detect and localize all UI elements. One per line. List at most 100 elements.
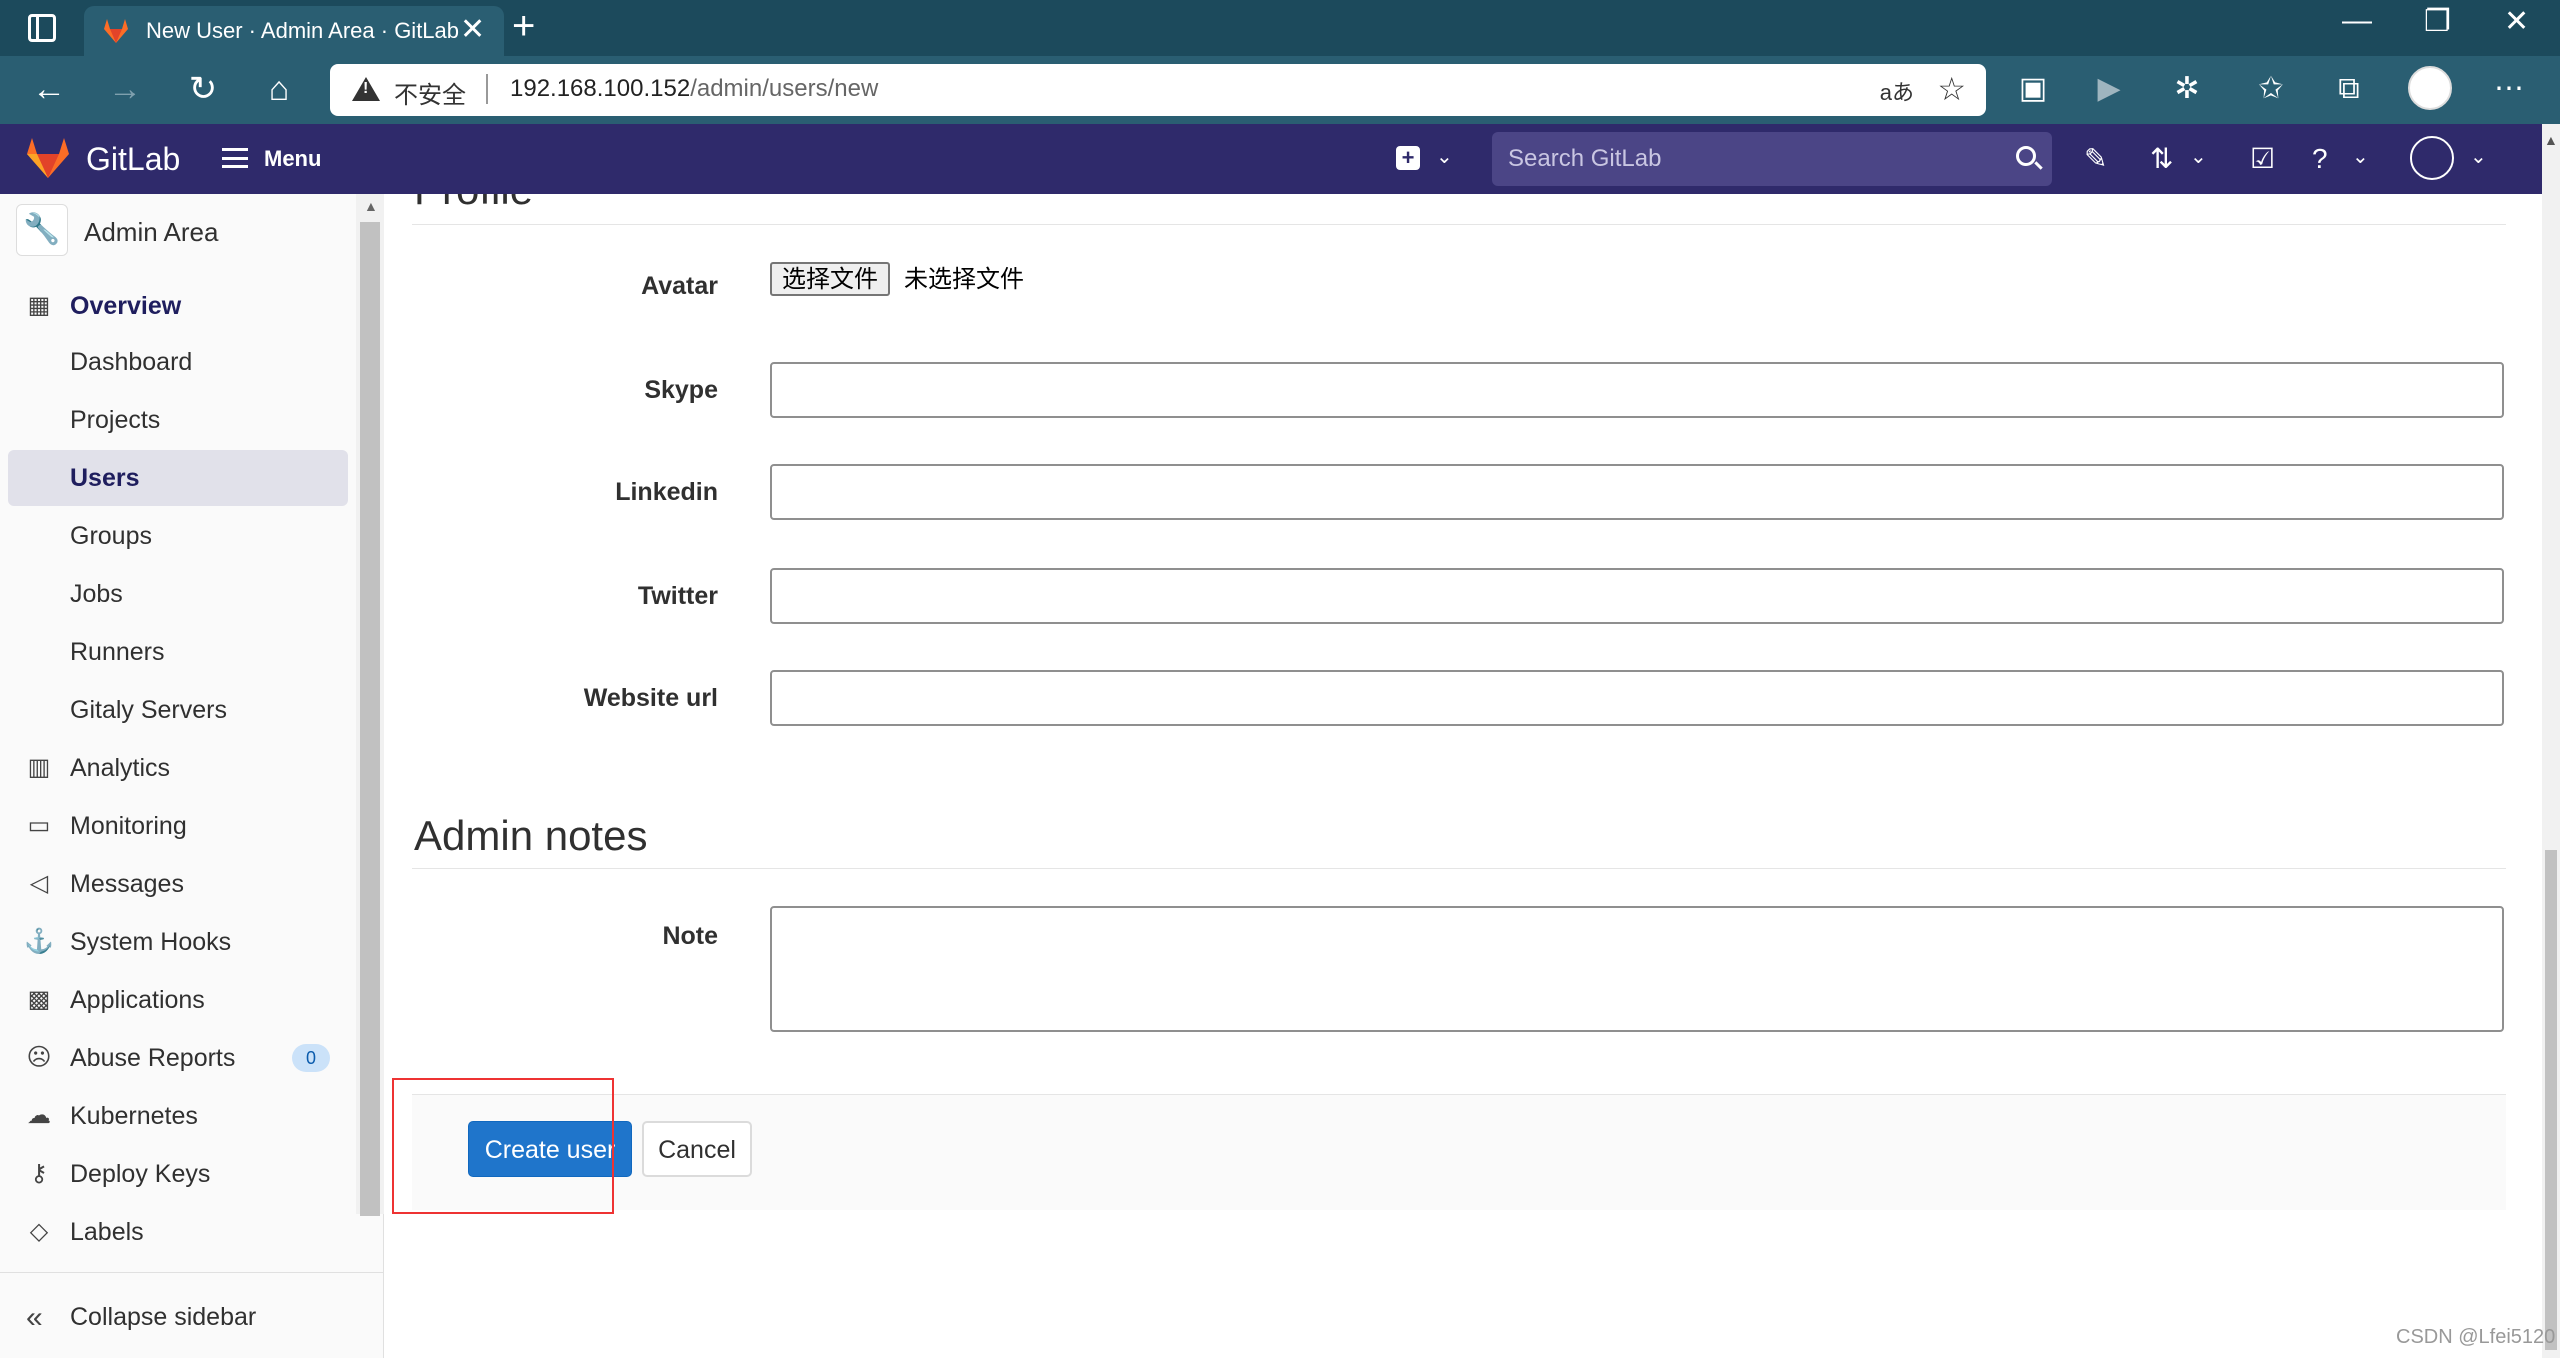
- hook-icon: ⚓: [24, 928, 54, 955]
- sidebar-item-label: Groups: [70, 522, 152, 550]
- sidebar-item-label: System Hooks: [70, 928, 232, 956]
- security-label[interactable]: 不安全: [394, 75, 466, 110]
- sidebar-item-groups[interactable]: Groups: [8, 508, 348, 564]
- extensions-puzzle-icon[interactable]: ✲: [2166, 68, 2208, 110]
- minimize-icon[interactable]: —: [2342, 4, 2372, 38]
- read-aloud-icon[interactable]: aあ: [1880, 75, 1914, 107]
- gitlab-logo-icon[interactable]: [24, 136, 72, 180]
- sidebar-item-gitaly-servers[interactable]: Gitaly Servers: [8, 682, 348, 738]
- new-item-icon[interactable]: +: [1396, 146, 1420, 170]
- merge-requests-icon[interactable]: ⇅: [2150, 142, 2173, 176]
- choose-file-button[interactable]: 选择文件: [770, 262, 890, 296]
- address-bar[interactable]: 不安全 192.168.100.152/admin/users/new aあ ☆: [330, 64, 1986, 116]
- menu-button[interactable]: Menu: [264, 146, 321, 172]
- annotation-highlight-box: [392, 1078, 614, 1214]
- sidebar-item-analytics[interactable]: ▥ Analytics: [8, 740, 348, 796]
- sidebar-item-dashboard[interactable]: Dashboard: [8, 334, 348, 390]
- twitter-label: Twitter: [637, 582, 718, 610]
- hamburger-icon[interactable]: [222, 148, 248, 168]
- page-scrollbar-thumb[interactable]: [2545, 850, 2557, 1350]
- chevron-down-icon[interactable]: ⌄: [2470, 144, 2487, 169]
- abuse-count-badge: 0: [292, 1044, 330, 1072]
- forward-icon[interactable]: →: [102, 66, 148, 112]
- todos-icon[interactable]: ☑: [2250, 142, 2275, 176]
- profile-section-title: Profile: [414, 194, 533, 214]
- sidebar-item-labels[interactable]: ◇ Labels: [8, 1204, 348, 1260]
- avatar-label: Avatar: [641, 272, 718, 300]
- label-icon: ◇: [29, 1218, 49, 1245]
- sidebar-item-label: Jobs: [70, 580, 123, 608]
- extension-icon[interactable]: ▣: [2012, 68, 2054, 110]
- sidebar-item-kubernetes[interactable]: ☁ Kubernetes: [8, 1088, 348, 1144]
- website-url-field[interactable]: [770, 670, 2504, 726]
- sidebar-item-label: Deploy Keys: [70, 1160, 211, 1188]
- section-divider: [412, 224, 2506, 225]
- skype-field[interactable]: [770, 362, 2504, 418]
- admin-notes-title: Admin notes: [414, 812, 648, 859]
- url-host: 192.168.100.152: [510, 75, 691, 102]
- search-box[interactable]: [1492, 132, 2052, 186]
- search-input[interactable]: [1492, 132, 2052, 186]
- collections-icon[interactable]: ⧉: [2328, 68, 2370, 110]
- sidebar-item-overview[interactable]: ▦ Overview: [8, 278, 348, 334]
- back-icon[interactable]: ←: [26, 66, 72, 112]
- admin-sidebar: 🔧 Admin Area ▦ Overview Dashboard Projec…: [0, 194, 384, 1358]
- reload-icon[interactable]: ↻: [180, 66, 226, 112]
- linkedin-field[interactable]: [770, 464, 2504, 520]
- play-icon[interactable]: ▶: [2088, 68, 2130, 110]
- cancel-button[interactable]: Cancel: [642, 1121, 752, 1177]
- scroll-up-icon[interactable]: ▲: [2544, 132, 2558, 148]
- warning-icon: [352, 77, 380, 101]
- website-url-label: Website url: [583, 684, 718, 712]
- sidebar-item-users[interactable]: Users: [8, 450, 348, 506]
- file-status: 未选择文件: [904, 265, 1024, 293]
- page-scrollbar[interactable]: ▲: [2542, 124, 2560, 1358]
- user-avatar[interactable]: [2410, 136, 2454, 180]
- search-icon: [2016, 146, 2036, 166]
- tab-actions-icon[interactable]: [28, 14, 56, 42]
- gitlab-brand[interactable]: GitLab: [86, 141, 180, 178]
- sidebar-item-runners[interactable]: Runners: [8, 624, 348, 680]
- chevron-down-icon[interactable]: ⌄: [1436, 144, 1453, 169]
- sidebar-item-jobs[interactable]: Jobs: [8, 566, 348, 622]
- main-content: Profile Avatar 选择文件 未选择文件 Skype Linkedin…: [384, 194, 2542, 1358]
- sidebar-item-abuse-reports[interactable]: ☹ Abuse Reports 0: [8, 1030, 348, 1086]
- help-icon[interactable]: ?: [2312, 142, 2328, 176]
- sidebar-item-messages[interactable]: ◁ Messages: [8, 856, 348, 912]
- sidebar-item-label: Messages: [70, 870, 184, 898]
- kubernetes-icon: ☁: [27, 1102, 51, 1129]
- browser-profile-avatar[interactable]: [2408, 66, 2452, 110]
- double-chevron-left-icon: «: [26, 1301, 43, 1334]
- sidebar-header[interactable]: 🔧 Admin Area: [16, 204, 356, 262]
- favorites-icon[interactable]: ✩: [2250, 68, 2292, 110]
- sidebar-item-applications[interactable]: ▩ Applications: [8, 972, 348, 1028]
- browser-tab[interactable]: New User · Admin Area · GitLab ✕: [84, 6, 504, 56]
- new-tab-icon[interactable]: +: [512, 4, 535, 49]
- sidebar-item-projects[interactable]: Projects: [8, 392, 348, 448]
- note-textarea[interactable]: [770, 906, 2504, 1032]
- twitter-field[interactable]: [770, 568, 2504, 624]
- sidebar-item-label: Gitaly Servers: [70, 696, 227, 724]
- window-close-icon[interactable]: ✕: [2504, 4, 2529, 39]
- skype-label: Skype: [644, 376, 718, 404]
- sidebar-scrollbar[interactable]: ▲: [356, 194, 384, 1216]
- chevron-down-icon[interactable]: ⌄: [2352, 144, 2369, 169]
- more-options-icon[interactable]: ⋯: [2488, 68, 2530, 110]
- sidebar-item-label: Labels: [70, 1218, 144, 1246]
- sidebar-item-monitoring[interactable]: ▭ Monitoring: [8, 798, 348, 854]
- maximize-icon[interactable]: ❐: [2424, 4, 2451, 39]
- note-label: Note: [662, 922, 718, 950]
- chevron-down-icon[interactable]: ⌄: [2190, 144, 2207, 169]
- scroll-up-icon[interactable]: ▲: [364, 198, 378, 214]
- sidebar-item-label: Users: [70, 464, 140, 492]
- tab-close-icon[interactable]: ✕: [460, 12, 485, 47]
- messages-icon: ◁: [29, 870, 49, 897]
- sidebar-item-system-hooks[interactable]: ⚓ System Hooks: [8, 914, 348, 970]
- sidebar-item-deploy-keys[interactable]: ⚷ Deploy Keys: [8, 1146, 348, 1202]
- add-favorite-icon[interactable]: ☆: [1937, 70, 1966, 108]
- home-icon[interactable]: ⌂: [256, 66, 302, 112]
- collapse-sidebar-button[interactable]: « Collapse sidebar: [0, 1272, 384, 1358]
- sidebar-scrollbar-thumb[interactable]: [360, 222, 380, 1216]
- issues-icon[interactable]: ✎: [2084, 142, 2107, 176]
- url-text[interactable]: 192.168.100.152/admin/users/new: [510, 75, 878, 103]
